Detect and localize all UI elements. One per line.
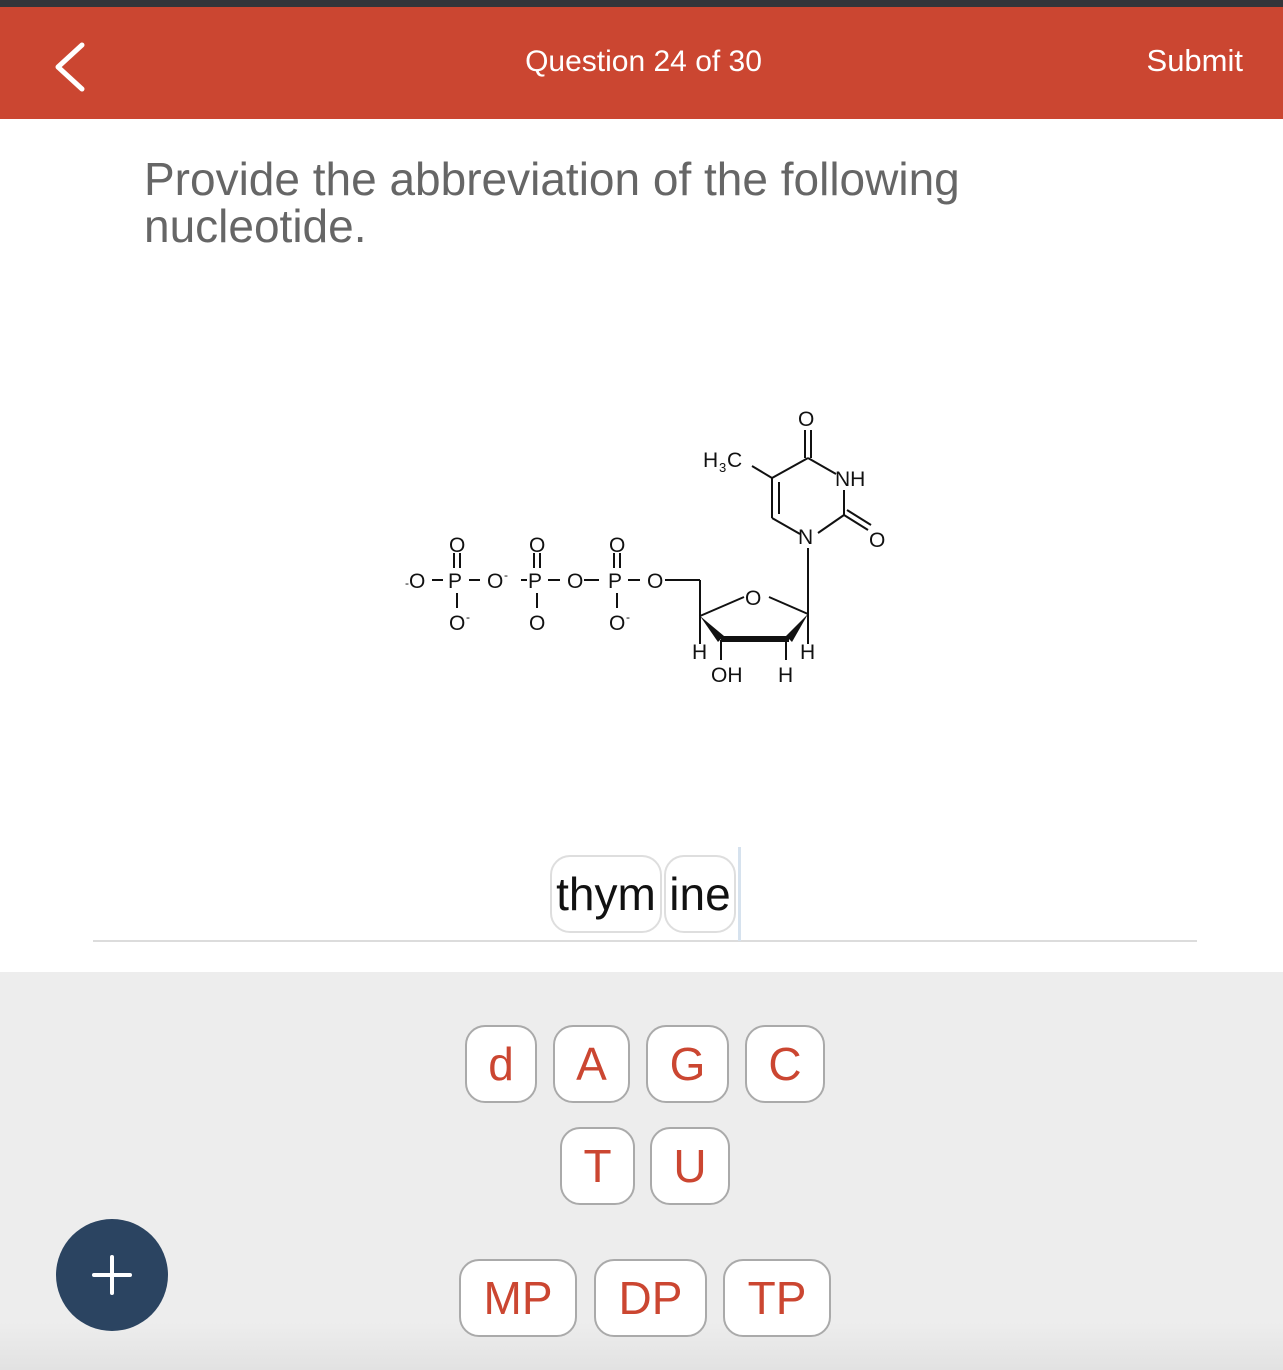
atom-label: O <box>449 612 465 635</box>
atom-label: O <box>798 408 814 431</box>
atom-label: O <box>529 534 545 557</box>
atom-label: OH <box>711 664 743 687</box>
atom-label: O <box>409 570 425 593</box>
charge-label: - <box>466 610 470 624</box>
atom-label: H <box>692 641 707 664</box>
atom-label: O <box>647 570 663 593</box>
answer-tokens: thym ine <box>550 855 736 933</box>
atom-label: O <box>567 570 583 593</box>
atom-label: O <box>745 587 761 610</box>
key-dp[interactable]: DP <box>594 1259 707 1337</box>
atom-label: O <box>869 529 885 552</box>
text-cursor <box>738 847 741 941</box>
atom-label: H <box>800 641 815 664</box>
wedge-bond <box>700 616 724 642</box>
atom-label: NH <box>835 468 865 491</box>
window-top-bar <box>0 0 1283 7</box>
wedge-bond <box>786 614 808 642</box>
answer-token[interactable]: ine <box>664 855 736 933</box>
key-tp[interactable]: TP <box>723 1259 831 1337</box>
atom-label: O <box>449 534 465 557</box>
question-prompt: Provide the abbreviation of the followin… <box>144 153 960 252</box>
header-bar: Question 24 of 30 Submit <box>0 7 1283 119</box>
atom-label: P <box>608 570 622 593</box>
add-button[interactable] <box>56 1219 168 1331</box>
atom-label: C <box>727 449 742 472</box>
nucleotide-structure: - O P O O - O - P O O O P O O - O O H OH… <box>405 408 885 687</box>
submit-button[interactable]: Submit <box>1147 43 1243 79</box>
atom-label: H <box>778 664 793 687</box>
answer-token[interactable]: thym <box>550 855 662 933</box>
atom-label: H <box>703 449 718 472</box>
key-c[interactable]: C <box>745 1025 825 1103</box>
atom-label: O <box>529 612 545 635</box>
back-button[interactable] <box>40 37 100 97</box>
atom-label: N <box>798 526 813 549</box>
answer-keyboard: d A G C T U MP DP TP <box>0 972 1283 1370</box>
atom-label: 3 <box>719 460 726 475</box>
key-t[interactable]: T <box>560 1127 635 1205</box>
key-u[interactable]: U <box>650 1127 730 1205</box>
key-a[interactable]: A <box>553 1025 630 1103</box>
charge-label: - <box>504 568 508 582</box>
key-g[interactable]: G <box>646 1025 729 1103</box>
plus-icon <box>92 1255 132 1295</box>
atom-label: P <box>528 570 542 593</box>
atom-label: O <box>487 570 503 593</box>
charge-label: - <box>626 610 630 624</box>
question-counter: Question 24 of 30 <box>525 45 762 78</box>
key-d[interactable]: d <box>465 1025 537 1103</box>
atom-label: O <box>609 534 625 557</box>
answer-field[interactable]: thym ine <box>93 845 1197 942</box>
atom-label: P <box>448 570 462 593</box>
atom-label: O <box>609 612 625 635</box>
key-mp[interactable]: MP <box>459 1259 577 1337</box>
chevron-left-icon <box>55 42 85 92</box>
